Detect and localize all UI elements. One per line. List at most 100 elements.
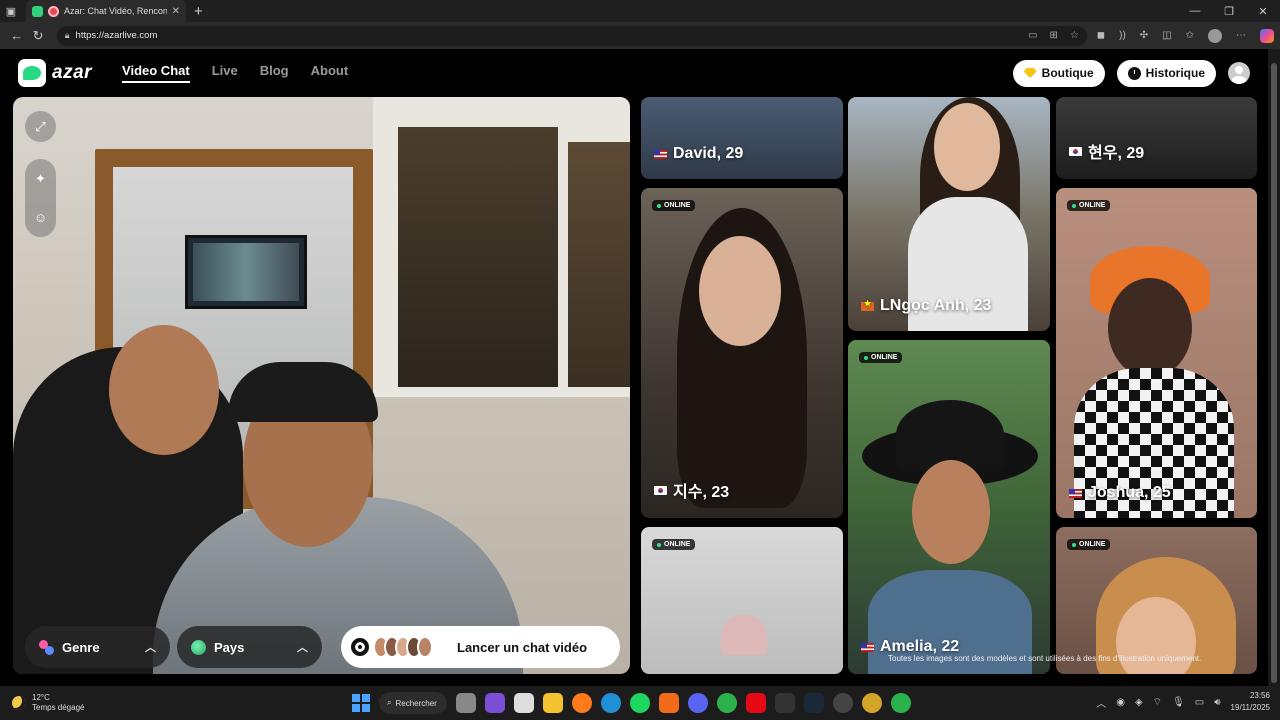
app-icon[interactable] — [833, 693, 853, 713]
extension-icon[interactable]: ◼ — [1097, 30, 1105, 41]
user-profile-icon[interactable] — [1228, 62, 1250, 84]
steam-icon[interactable] — [804, 693, 824, 713]
sparkle-effects-icon[interactable]: ✦ — [35, 171, 46, 187]
refresh-icon[interactable]: ↻ — [27, 28, 48, 44]
split-screen-icon[interactable]: ◫ — [1162, 30, 1171, 41]
portrait-hat — [721, 615, 767, 655]
globe-icon — [191, 639, 206, 655]
steam-tray-icon[interactable]: ◈ — [1135, 697, 1143, 708]
whatsapp-favicon-icon — [32, 5, 43, 17]
expand-button[interactable]: ⤢ — [25, 111, 56, 142]
favorite-star-icon[interactable]: ☆ — [1070, 30, 1079, 41]
nav-blog[interactable]: Blog — [260, 63, 289, 83]
chevron-up-icon[interactable]: ︿ — [1096, 695, 1106, 710]
task-view-icon[interactable] — [456, 693, 476, 713]
close-tab-icon[interactable]: ✕ — [172, 6, 180, 17]
face-filter-icon[interactable]: ☺ — [34, 210, 47, 225]
profile-card-david[interactable]: David, 29 — [641, 97, 843, 179]
profile-card-ngoc-anh[interactable]: LNgọc Anh, 23 — [848, 97, 1050, 331]
favorites-icon[interactable]: ✩ — [1186, 30, 1194, 41]
profile-card-jisu[interactable]: ONLINE 지수, 23 — [641, 188, 843, 518]
disclaimer-text: Toutes les images sont des modèles et so… — [888, 654, 1202, 663]
file-explorer-icon[interactable] — [543, 693, 563, 713]
system-tray: ︿ ◉ ◈ ⌔ 🎙︎ ▭ 🔊︎ 23:56 19/11/2025 — [1096, 690, 1270, 714]
new-tab-icon[interactable]: + — [194, 3, 203, 20]
profile-card-blonde[interactable]: ONLINE — [1056, 527, 1257, 674]
app-icon[interactable] — [775, 693, 795, 713]
clock[interactable]: 23:56 19/11/2025 — [1231, 690, 1270, 714]
avatar-stack — [373, 636, 433, 658]
portrait-face — [934, 103, 1000, 191]
copilot-icon[interactable] — [1260, 28, 1275, 43]
weather-text: 12°C Temps dégagé — [32, 693, 84, 713]
scrollbar-thumb[interactable] — [1271, 63, 1277, 683]
volume-icon[interactable]: 🔊︎ — [1214, 697, 1220, 708]
wifi-icon[interactable]: ⌔ — [1153, 696, 1162, 709]
browser-tab[interactable]: Azar: Chat Vidéo, Rencontre ✕ — [26, 0, 186, 22]
url-field[interactable]: 🔒︎ https://azarlive.com ▭ ⊞ ☆ — [56, 25, 1087, 46]
pays-select[interactable]: Pays ︿ — [177, 626, 322, 668]
vn-flag-icon — [861, 299, 874, 311]
boutique-button[interactable]: Boutique — [1012, 59, 1105, 87]
extensions-bar: ◼ )) ✣ ◫ ✩ ⋯ — [1097, 28, 1275, 43]
taskbar-apps: ⌕ Rechercher — [352, 692, 911, 714]
launch-video-chat-button[interactable]: Lancer un chat vidéo — [341, 626, 620, 668]
camera-preview — [13, 97, 630, 674]
discord-icon[interactable] — [688, 693, 708, 713]
profile-card-snow[interactable]: ONLINE — [641, 527, 843, 674]
tab-actions-icon[interactable]: ▣ — [0, 0, 22, 22]
online-badge: ONLINE — [859, 352, 903, 363]
scene-window-glass-right — [568, 142, 630, 387]
maximize-icon[interactable]: ❐ — [1212, 5, 1246, 18]
apps-icon[interactable]: ⊞ — [1049, 30, 1057, 41]
profile-avatar[interactable] — [1208, 28, 1223, 43]
discord-tray-icon[interactable]: ◉ — [1116, 697, 1125, 708]
app-icon[interactable] — [485, 693, 505, 713]
site-info-icon[interactable]: 🔒︎ — [65, 30, 70, 41]
app-icon[interactable] — [862, 693, 882, 713]
app-icon[interactable] — [514, 693, 534, 713]
back-icon[interactable]: ← — [6, 28, 27, 43]
firefox-icon[interactable] — [572, 693, 592, 713]
edge-icon[interactable] — [601, 693, 621, 713]
profile-card-amelia[interactable]: ONLINE Amelia, 22 — [848, 340, 1050, 674]
logo-text: azar — [52, 62, 93, 83]
app-icon[interactable] — [659, 693, 679, 713]
record-icon — [351, 638, 369, 656]
us-flag-icon — [1069, 488, 1082, 498]
minimize-icon[interactable]: — — [1178, 5, 1212, 18]
windows-start-icon[interactable] — [352, 694, 370, 712]
spotify-icon[interactable] — [630, 693, 650, 713]
boutique-label: Boutique — [1041, 66, 1094, 80]
chevron-up-icon: ︿ — [145, 642, 156, 654]
azar-logo[interactable]: azar — [18, 59, 92, 87]
nav-about[interactable]: About — [311, 63, 349, 83]
nav-live[interactable]: Live — [212, 63, 238, 83]
profile-card-hyunwoo[interactable]: 현우, 29 — [1056, 97, 1257, 179]
historique-button[interactable]: Historique — [1116, 59, 1216, 87]
profile-card-joshua[interactable]: ONLINE Joshua, 25 — [1056, 188, 1257, 518]
clock-icon — [1127, 66, 1141, 80]
chrome-icon[interactable] — [717, 693, 737, 713]
nav-video-chat[interactable]: Video Chat — [122, 63, 190, 83]
more-icon[interactable]: ⋯ — [1236, 30, 1246, 41]
netflix-icon[interactable] — [746, 693, 766, 713]
weather-widget[interactable]: 12°C Temps dégagé — [12, 693, 84, 713]
puzzle-icon[interactable]: ✣ — [1140, 30, 1148, 41]
site-header: azar Video Chat Live Blog About Boutique… — [0, 49, 1268, 97]
taskbar-search[interactable]: ⌕ Rechercher — [379, 692, 447, 714]
kr-flag-icon — [1069, 146, 1082, 156]
close-window-icon[interactable]: ✕ — [1246, 5, 1280, 18]
browser-tab-bar: ▣ Azar: Chat Vidéo, Rencontre ✕ + — ❐ ✕ — [0, 0, 1280, 22]
cast-icon[interactable]: ▭ — [1028, 30, 1037, 41]
chrome-icon[interactable] — [891, 693, 911, 713]
avatar — [417, 636, 433, 658]
online-badge: ONLINE — [652, 200, 696, 211]
weather-condition: Temps dégagé — [32, 703, 85, 712]
read-aloud-icon[interactable]: )) — [1119, 30, 1126, 41]
profile-name: 지수, 23 — [654, 478, 729, 502]
page-scrollbar[interactable] — [1268, 49, 1280, 686]
microphone-icon[interactable]: 🎙︎ — [1172, 697, 1185, 708]
genre-select[interactable]: Genre ︿ — [25, 626, 170, 668]
display-icon[interactable]: ▭ — [1195, 697, 1204, 708]
